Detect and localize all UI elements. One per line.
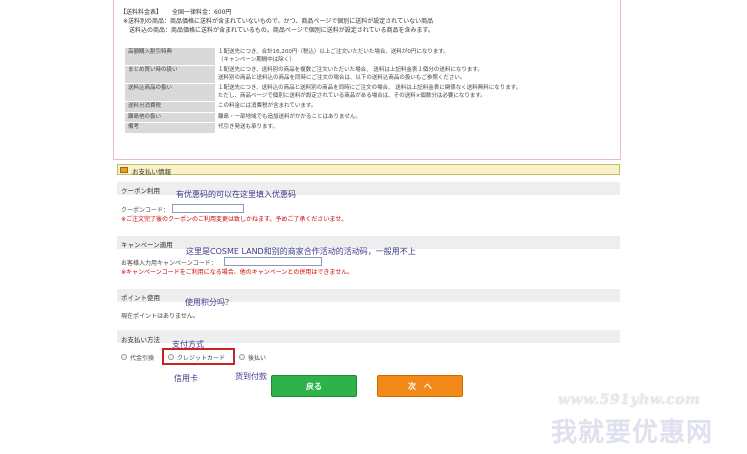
method-section-title: お支払い方法 xyxy=(121,336,160,344)
row-text: １配送先につき、合計16,200円（税込）以上ご注文いただいた場合、送料が0円に… xyxy=(218,49,449,55)
coupon-code-input[interactable] xyxy=(172,204,244,213)
back-button[interactable]: 戻る xyxy=(271,375,357,397)
shipping-note: ※送料別の商品：商品価格に送料が含まれていないもので、かつ、商品ページで個別に送… xyxy=(123,18,434,25)
row-label: まとめ買い時の扱い xyxy=(125,65,215,84)
row-label: 備考 xyxy=(125,122,215,134)
row-text: 送料別の商品と送料込の商品を同時にご注文の場合は、以下の送料込商品の扱いもご参照… xyxy=(218,74,466,81)
points-status-text: 現在ポイントはありません。 xyxy=(121,313,199,320)
campaign-code-input[interactable] xyxy=(224,257,322,266)
next-button[interactable]: 次 へ xyxy=(377,375,463,397)
coupon-label: クーポンコード： xyxy=(121,207,170,214)
arrow-icon xyxy=(120,167,128,173)
coupon-annotation: 有优惠码的可以在这里填入优惠码 xyxy=(176,190,296,199)
table-row: 備考 代引き発送も承ります。 xyxy=(125,122,605,134)
watermark-url: www.591yhw.com xyxy=(558,392,701,408)
campaign-annotation: 这里是COSME LAND和别的商家合作活动的活动码，一般用不上 xyxy=(186,247,416,256)
payment-info-title: お支払い情報 xyxy=(132,168,171,176)
campaign-section-title: キャンペーン適用 xyxy=(121,241,173,249)
row-label: 離島他の扱い xyxy=(125,112,215,123)
credit-card-label: クレジットカード xyxy=(177,355,226,362)
campaign-label: お客様入力用キャンペーンコード： xyxy=(121,260,217,267)
table-row: 離島他の扱い 離島・一部地域でも追加送料がかかることはありません。 xyxy=(125,112,605,123)
credit-card-radio[interactable] xyxy=(168,354,174,360)
row-text: この料金には消費税が含まれています。 xyxy=(215,101,605,113)
row-label: 送料込商品の扱い xyxy=(125,83,215,102)
row-text: ただし、商品ページで個別に送料が設定されている商品がある場合は、その送料×個数分… xyxy=(218,92,486,99)
shipping-heading-value: 全国一律料金：600円 xyxy=(171,9,232,16)
row-text: １配送先につき、送料別の商品を複数ご注文いただいた場合、 送料は上記料金表１個分… xyxy=(218,67,483,73)
shipping-note: 送料込の商品：商品価格に送料が含まれているもの。商品ページで個別に送料が設定され… xyxy=(129,27,434,34)
row-label: 送料分消費税 xyxy=(125,101,215,113)
pay-later-radio[interactable] xyxy=(239,354,245,360)
coupon-section-title: クーポン利用 xyxy=(121,187,160,195)
row-text: 代引き発送も承ります。 xyxy=(215,122,605,134)
shipping-heading-label: 【送料料金表】 xyxy=(120,9,163,16)
payment-info-header: お支払い情報 xyxy=(117,164,620,176)
table-row: 高額購入割引特典 １配送先につき、合計16,200円（税込）以上ご注文いただいた… xyxy=(125,48,605,66)
shipping-heading: 【送料料金表】 全国一律料金：600円 xyxy=(120,9,231,17)
points-annotation: 使用积分吗？ xyxy=(185,298,233,307)
cod-radio[interactable] xyxy=(121,354,127,360)
table-row: 送料込商品の扱い １配送先につき、送料込の商品と送料別の商品を同時にご注文の場合… xyxy=(125,83,605,102)
table-row: まとめ買い時の扱い １配送先につき、送料別の商品を複数ご注文いただいた場合、 送… xyxy=(125,65,605,84)
row-text: 離島・一部地域でも追加送料がかかることはありません。 xyxy=(215,112,605,123)
pay-later-label: 後払い xyxy=(248,355,267,362)
coupon-warning: ※ご注文完了後のクーポンのご利用変更は致しかねます。予めご了承くださいませ。 xyxy=(121,216,348,223)
row-text: （キャンペーン期間中は除く） xyxy=(218,56,295,63)
credit-annotation: 信用卡 xyxy=(174,374,198,383)
watermark-text: 我就要优惠网 xyxy=(551,418,714,448)
later-annotation: 货到付款 xyxy=(235,372,267,381)
points-section-title: ポイント使用 xyxy=(121,294,160,302)
campaign-warning: ※キャンペーンコードをご利用になる場合、他のキャンペーンとの併用はできません。 xyxy=(121,269,354,276)
row-label: 高額購入割引特典 xyxy=(125,48,215,66)
row-text: １配送先につき、送料込の商品と送料別の商品を同時にご注文の場合、 送料は上記料金… xyxy=(218,85,522,91)
cod-label: 代金引換 xyxy=(130,355,155,362)
shipping-table: 高額購入割引特典 １配送先につき、合計16,200円（税込）以上ご注文いただいた… xyxy=(125,48,605,134)
table-row: 送料分消費税 この料金には消費税が含まれています。 xyxy=(125,101,605,113)
